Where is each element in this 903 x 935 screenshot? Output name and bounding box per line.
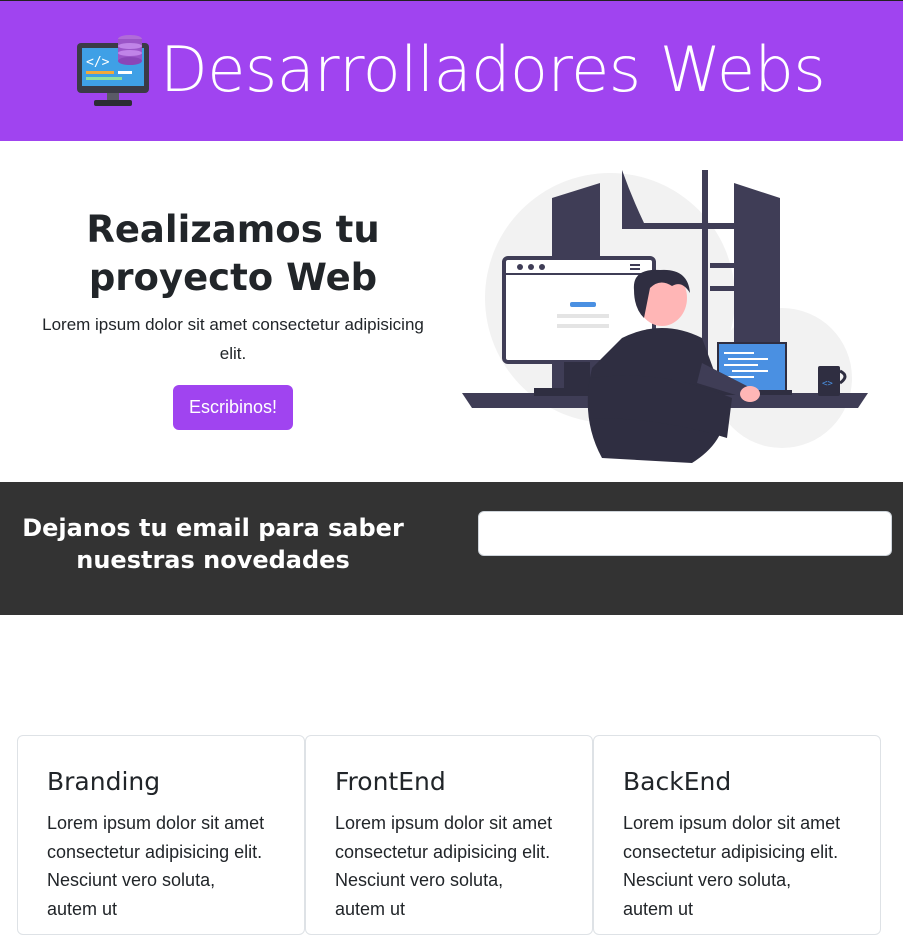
developer-at-desk-illustration: <> <box>462 170 868 463</box>
card-text: Lorem ipsum dolor sit amet consectetur a… <box>47 813 265 919</box>
site-header: </> Desarrolladores Webs <box>0 0 903 141</box>
hero-title: Realizamos tu proyecto Web <box>86 208 380 299</box>
card-title: Branding <box>47 767 161 796</box>
card-title: BackEnd <box>623 767 732 796</box>
email-input[interactable] <box>478 511 892 556</box>
service-card-branding: Branding Lorem ipsum dolor sit amet cons… <box>17 735 305 935</box>
card-text: Lorem ipsum dolor sit amet consectetur a… <box>623 813 841 919</box>
hero-text: Lorem ipsum dolor sit amet consectetur a… <box>42 315 424 363</box>
card-text: Lorem ipsum dolor sit amet consectetur a… <box>335 813 553 919</box>
service-card-backend: BackEnd Lorem ipsum dolor sit amet conse… <box>593 735 881 935</box>
monitor-code-database-icon: </> <box>77 35 149 106</box>
svg-text:</>: </> <box>86 55 110 70</box>
newsletter-heading: Dejanos tu email para saber nuestras nov… <box>22 514 404 574</box>
service-card-frontend: FrontEnd Lorem ipsum dolor sit amet cons… <box>305 735 593 935</box>
newsletter-section: Dejanos tu email para saber nuestras nov… <box>0 482 903 615</box>
card-title: FrontEnd <box>335 767 446 796</box>
contact-button[interactable]: Escribinos! <box>173 385 293 430</box>
site-title: Desarrolladores Webs <box>160 33 826 106</box>
svg-text:<>: <> <box>822 379 833 389</box>
